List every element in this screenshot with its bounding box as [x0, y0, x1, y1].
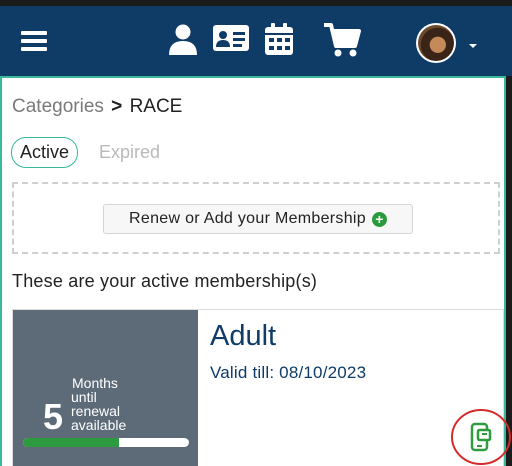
breadcrumb-separator: > [111, 96, 123, 117]
chevron-down-icon[interactable] [469, 44, 477, 48]
renewal-progress-fill [23, 438, 120, 447]
renewal-progress-bar [23, 438, 189, 447]
membership-title: Adult [210, 320, 277, 352]
months-count: 5 [43, 396, 64, 437]
renew-membership-area: Renew or Add your Membership + [12, 182, 500, 254]
id-card-icon[interactable] [212, 22, 250, 54]
main-content: Categories > RACE Active Expired Renew o… [0, 76, 506, 466]
months-until-renewal-text: Months until renewal available [71, 376, 126, 432]
months-line-4: available [71, 417, 127, 433]
active-memberships-heading: These are your active membership(s) [12, 271, 318, 291]
membership-valid-till: Valid till: 08/10/2023 [210, 363, 367, 382]
user-avatar[interactable] [416, 23, 456, 63]
user-icon[interactable] [166, 22, 200, 56]
tab-expired[interactable]: Expired [99, 142, 160, 163]
membership-tabs: Active Expired [11, 137, 160, 168]
breadcrumb-current: RACE [129, 96, 183, 117]
plus-circle-icon: + [371, 211, 387, 227]
hamburger-menu-icon[interactable] [21, 31, 47, 51]
months-line-3: renewal [71, 403, 121, 419]
mobile-wallet-icon [470, 422, 492, 452]
months-line-1: Months [72, 375, 118, 391]
renew-membership-button[interactable]: Renew or Add your Membership + [103, 204, 413, 234]
avatar-image [418, 25, 454, 61]
shopping-cart-icon[interactable] [322, 22, 362, 58]
months-line-2: until [71, 389, 97, 405]
renewal-countdown-panel: 5 Months until renewal available [13, 310, 198, 466]
renew-membership-label: Renew or Add your Membership [129, 210, 366, 227]
calendar-icon[interactable] [263, 22, 295, 56]
breadcrumb-categories-link[interactable]: Categories [12, 96, 104, 117]
tab-active[interactable]: Active [11, 137, 79, 168]
mobile-wallet-button[interactable] [448, 408, 512, 466]
breadcrumb: Categories > RACE [12, 96, 182, 118]
membership-card[interactable]: 5 Months until renewal available Adult V… [12, 309, 504, 466]
top-navigation-bar [0, 0, 512, 76]
